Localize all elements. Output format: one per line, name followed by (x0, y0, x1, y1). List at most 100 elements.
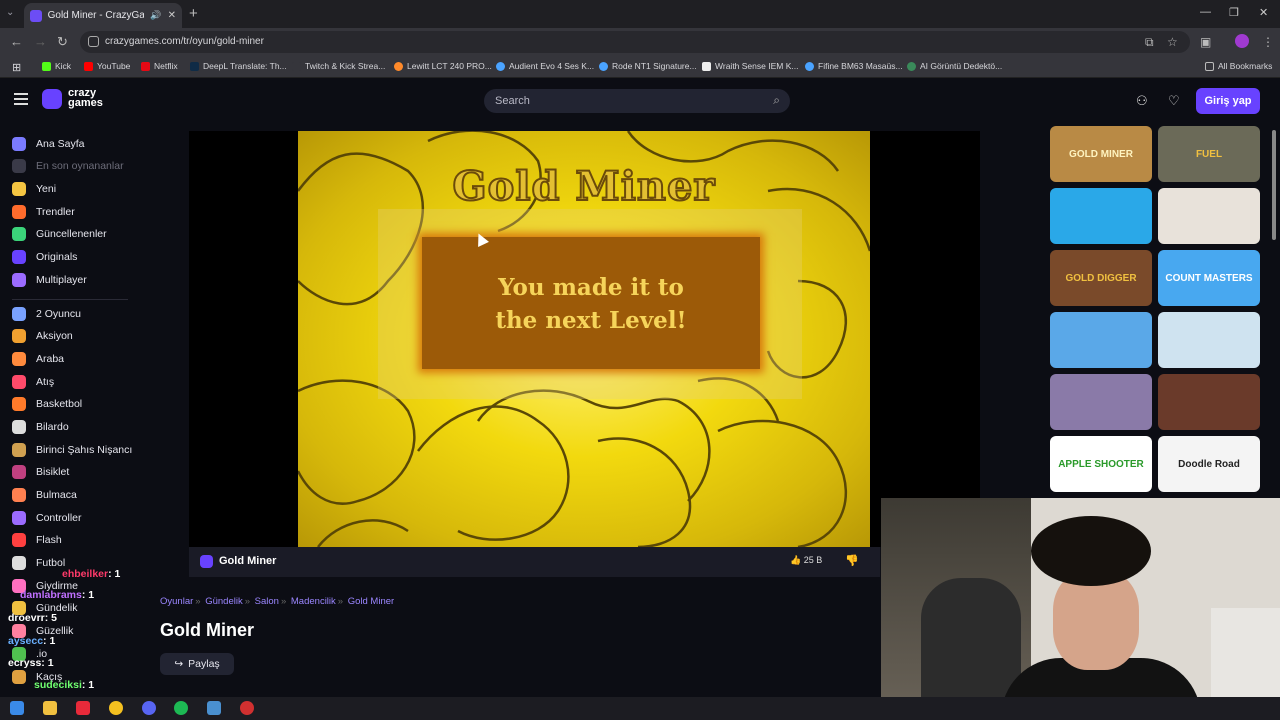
search-icon[interactable]: ⌕ (773, 93, 780, 108)
tab-search-icon[interactable]: ⌄ (6, 7, 20, 21)
sidebar-item[interactable]: Bisiklet (12, 463, 69, 481)
audio-icon[interactable]: 🔊 (150, 10, 161, 21)
game-thumbnail[interactable] (1158, 188, 1260, 244)
profile-avatar[interactable] (1235, 34, 1249, 48)
sidebar-item[interactable]: Atış (12, 373, 54, 391)
sidebar-item[interactable]: Birinci Şahıs Nişancı (12, 441, 132, 459)
game-canvas[interactable]: Gold Miner You made it to the next Level… (298, 131, 870, 547)
windows-start-icon[interactable] (10, 701, 24, 715)
breadcrumb-item[interactable]: Oyunlar (160, 596, 193, 607)
game-thumbnail[interactable]: APPLE SHOOTER (1050, 436, 1152, 492)
bookmark-kick[interactable]: Kick (42, 61, 71, 71)
sidebar-item-label: 2 Oyuncu (36, 308, 81, 320)
verified-icon (599, 61, 608, 71)
reload-icon[interactable]: ↻ (57, 34, 68, 50)
login-button[interactable]: Giriş yap (1196, 88, 1260, 114)
sidebar-item[interactable]: Multiplayer (12, 271, 87, 289)
chat-count: : 1 (108, 568, 121, 580)
bookmark-fifine[interactable]: Fifine BM63 Masaüs... (805, 61, 903, 71)
site-info-icon[interactable] (88, 36, 99, 47)
bookmark-wraith[interactable]: Wraith Sense IEM K... (702, 61, 798, 71)
game-thumbnail[interactable]: COUNT MASTERS (1158, 250, 1260, 306)
breadcrumb-item[interactable]: Salon (255, 596, 279, 607)
bookmark-lewitt[interactable]: Lewitt LCT 240 PRO... (394, 61, 492, 71)
close-window-icon[interactable]: ✕ (1259, 6, 1268, 19)
bookmark-youtube[interactable]: YouTube (84, 61, 130, 71)
sidebar-item[interactable]: Güncellenenler (12, 225, 107, 243)
forward-icon[interactable]: → (34, 34, 47, 49)
sidebar-item[interactable]: Ana Sayfa (12, 135, 84, 153)
back-icon[interactable]: ← (10, 34, 23, 49)
sidebar-item[interactable]: Bulmaca (12, 486, 77, 504)
close-tab-icon[interactable]: ✕ (168, 10, 176, 21)
app-icon[interactable] (76, 701, 90, 715)
menu-icon[interactable]: ⋮ (1262, 35, 1274, 49)
category-icon (12, 670, 26, 684)
bookmark-audient[interactable]: Audient Evo 4 Ses K... (496, 61, 594, 71)
sidebar-item[interactable]: Bilardo (12, 418, 69, 436)
browser-tab-bar: ⌄ Gold Miner - CrazyGames 🔊 ✕ + — ❐ ✕ (0, 0, 1280, 28)
sidebar-item-label: Atış (36, 376, 55, 388)
crazygames-logo-icon[interactable] (42, 89, 62, 109)
share-button[interactable]: ↪ Paylaş (160, 653, 234, 675)
breadcrumb-item[interactable]: Gündelik (205, 596, 243, 607)
lewitt-icon (394, 61, 403, 71)
install-icon[interactable]: ⧉ (1145, 35, 1154, 50)
game-thumbnail[interactable]: Doodle Road (1158, 436, 1260, 492)
sidebar-item[interactable]: En son oynananlar (12, 157, 124, 175)
game-thumbnail[interactable]: FUEL (1158, 126, 1260, 182)
game-thumbnail[interactable] (1050, 188, 1152, 244)
spotify-icon[interactable] (174, 701, 188, 715)
breadcrumb-item[interactable]: Gold Miner (348, 596, 394, 607)
obs-icon[interactable] (240, 701, 254, 715)
dislike-icon[interactable]: 👎 (845, 554, 859, 567)
bookmark-rode[interactable]: Rode NT1 Signature... (599, 61, 697, 71)
app-icon[interactable] (207, 701, 221, 715)
bookmark-star-icon[interactable]: ☆ (1167, 35, 1178, 49)
sidebar-item[interactable]: Yeni (12, 180, 56, 198)
game-thumbnail[interactable]: GOLD DIGGER (1050, 250, 1152, 306)
game-thumbnail[interactable] (1158, 312, 1260, 368)
sidebar-item-label: En son oynananlar (36, 160, 124, 172)
sidebar-item[interactable]: Futbol (12, 554, 65, 572)
file-explorer-icon[interactable] (43, 701, 57, 715)
sidebar-item[interactable]: Trendler (12, 203, 75, 221)
friends-icon[interactable]: ⚇ (1136, 93, 1148, 109)
like-button[interactable]: 👍 25 B (790, 555, 822, 566)
crazygames-logo-text[interactable]: crazy games (68, 88, 118, 109)
sidebar-item[interactable]: Flash (12, 531, 62, 549)
heart-icon[interactable]: ♡ (1168, 93, 1180, 109)
chat-count: : 1 (81, 589, 95, 601)
bookmark-deepl[interactable]: DeepL Translate: Th... (190, 61, 287, 71)
all-bookmarks[interactable]: All Bookmarks (1205, 61, 1272, 71)
sidebar-item[interactable]: Originals (12, 248, 77, 266)
scrollbar[interactable] (1272, 130, 1276, 240)
bookmark-netflix[interactable]: Netflix (141, 61, 178, 71)
sidebar-item[interactable]: Aksiyon (12, 327, 73, 345)
new-tab-icon[interactable]: + (189, 5, 198, 22)
sidebar-item[interactable]: Controller (12, 509, 82, 527)
game-thumbnail[interactable] (1158, 374, 1260, 430)
minimize-icon[interactable]: — (1200, 6, 1211, 18)
game-thumbnail[interactable]: GOLD MINER (1050, 126, 1152, 182)
discord-icon[interactable] (142, 701, 156, 715)
sidebar-item[interactable]: Araba (12, 350, 64, 368)
category-icon (12, 159, 26, 173)
browser-tab[interactable]: Gold Miner - CrazyGames 🔊 ✕ (24, 3, 182, 28)
game-thumbnail[interactable] (1050, 312, 1152, 368)
restore-icon[interactable]: ❐ (1229, 6, 1239, 19)
game-title-art: Gold Miner (451, 162, 716, 211)
sidebar-item[interactable]: 2 Oyuncu (12, 305, 81, 323)
apps-icon[interactable]: ⊞ (12, 61, 21, 74)
url-field[interactable]: crazygames.com/tr/oyun/gold-miner (80, 31, 1190, 53)
bookmark-twitch-kick[interactable]: Twitch & Kick Strea... (292, 61, 385, 71)
search-input[interactable]: Search ⌕ (484, 89, 790, 113)
all-bookmarks-label: All Bookmarks (1218, 61, 1273, 71)
breadcrumb-item[interactable]: Madencilik (291, 596, 336, 607)
bookmark-ai-detector[interactable]: AI Görüntü Dedektö... (907, 61, 1002, 71)
hamburger-menu-icon[interactable] (14, 93, 28, 105)
chrome-icon[interactable] (109, 701, 123, 715)
extensions-icon[interactable]: ▣ (1200, 35, 1211, 49)
sidebar-item[interactable]: Basketbol (12, 395, 82, 413)
game-thumbnail[interactable] (1050, 374, 1152, 430)
